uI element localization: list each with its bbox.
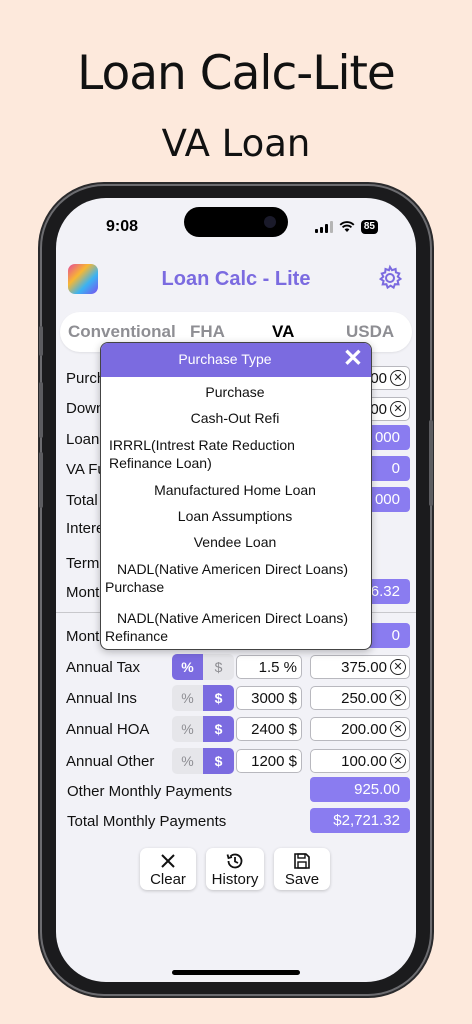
- clear-button-label: Clear: [150, 871, 186, 888]
- close-icon[interactable]: ✕: [343, 346, 363, 372]
- monthly-pi-label: Mont: [66, 584, 100, 601]
- total-monthly-payments-value: $2,721.32: [310, 808, 410, 833]
- volume-down-button: [39, 452, 43, 508]
- home-indicator[interactable]: [172, 970, 300, 975]
- annual-ins-percent-button[interactable]: %: [172, 685, 203, 711]
- annual-hoa-percent-button[interactable]: %: [172, 716, 203, 742]
- hero-subtitle: VA Loan: [161, 122, 311, 165]
- option-nadl-refinance[interactable]: NADL(Native Americen Direct Loans) Refin…: [105, 609, 367, 645]
- annual-other-label: Annual Other: [66, 753, 155, 770]
- clear-annual-hoa-icon[interactable]: ✕: [390, 721, 406, 737]
- tab-fha[interactable]: FHA: [190, 322, 225, 342]
- option-irrrl[interactable]: IRRRL(Intrest Rate Reduction Refinance L…: [107, 436, 349, 472]
- annual-tax-dollar-button[interactable]: $: [203, 654, 234, 680]
- history-button-label: History: [211, 871, 259, 888]
- annual-other-percent-button[interactable]: %: [172, 748, 203, 774]
- save-button[interactable]: Save: [274, 848, 330, 890]
- other-monthly-payments-value: 925.00: [310, 777, 410, 802]
- tab-va[interactable]: VA: [272, 322, 294, 342]
- option-cash-out-refi[interactable]: Cash-Out Refi: [101, 409, 369, 427]
- close-icon: [161, 854, 175, 868]
- clear-annual-tax-icon[interactable]: ✕: [390, 659, 406, 675]
- hero-title: Loan Calc-Lite: [77, 46, 396, 101]
- annual-other-mode-toggle: % $: [172, 748, 234, 774]
- history-icon: [226, 853, 243, 869]
- save-icon: [294, 853, 310, 869]
- tab-usda[interactable]: USDA: [346, 322, 394, 342]
- annual-hoa-label: Annual HOA: [66, 721, 150, 738]
- annual-ins-rate-input[interactable]: 3000 $: [236, 686, 302, 710]
- tab-conventional[interactable]: Conventional: [68, 322, 176, 342]
- annual-ins-label: Annual Ins: [66, 690, 137, 707]
- history-button[interactable]: History: [206, 848, 264, 890]
- annual-tax-mode-toggle: % $: [172, 654, 234, 680]
- total-monthly-payments-label: Total Monthly Payments: [67, 813, 227, 830]
- modal-header: Purchase Type ✕: [101, 343, 371, 377]
- status-icons: 85: [314, 220, 378, 234]
- save-button-label: Save: [284, 871, 320, 888]
- annual-tax-rate-input[interactable]: 1.5 %: [236, 655, 302, 679]
- battery-icon: 85: [360, 220, 378, 234]
- annual-tax-label: Annual Tax: [66, 659, 140, 676]
- down-payment-label: Down: [66, 400, 105, 417]
- power-button: [429, 420, 433, 506]
- dynamic-island: [184, 207, 288, 237]
- gear-icon[interactable]: [376, 264, 404, 292]
- interest-rate-label: Intere: [66, 520, 105, 537]
- action-button: [39, 326, 43, 356]
- annual-ins-dollar-button[interactable]: $: [203, 685, 234, 711]
- volume-up-button: [39, 382, 43, 438]
- app-header: Loan Calc - Lite: [56, 258, 416, 306]
- option-vendee-loan[interactable]: Vendee Loan: [101, 533, 369, 551]
- annual-hoa-rate-input[interactable]: 2400 $: [236, 717, 302, 741]
- clear-down-payment-icon[interactable]: ✕: [390, 401, 406, 417]
- phone-screen: 9:08 85 Loan Calc - Lite Conventional FH…: [56, 198, 416, 982]
- option-purchase[interactable]: Purchase: [101, 383, 369, 401]
- modal-title: Purchase Type: [178, 351, 272, 367]
- clear-button[interactable]: Clear: [140, 848, 196, 890]
- app-title: Loan Calc - Lite: [161, 268, 311, 290]
- clear-annual-ins-icon[interactable]: ✕: [390, 690, 406, 706]
- total-loan-label: Total: [66, 492, 98, 509]
- annual-ins-mode-toggle: % $: [172, 685, 234, 711]
- monthly-mi-label: Mont: [66, 628, 100, 645]
- status-time: 9:08: [106, 218, 139, 235]
- option-nadl-purchase[interactable]: NADL(Native Americen Direct Loans) Purch…: [105, 560, 367, 596]
- purchase-type-modal: Purchase Type ✕ Purchase Cash-Out Refi I…: [100, 342, 372, 650]
- clear-annual-other-icon[interactable]: ✕: [390, 753, 406, 769]
- clear-purchase-price-icon[interactable]: ✕: [390, 370, 406, 386]
- signal-icon: [314, 221, 333, 233]
- other-monthly-payments-label: Other Monthly Payments: [67, 783, 233, 800]
- annual-other-rate-input[interactable]: 1200 $: [236, 749, 302, 773]
- annual-hoa-mode-toggle: % $: [172, 716, 234, 742]
- option-manufactured-home-loan[interactable]: Manufactured Home Loan: [101, 481, 369, 499]
- annual-tax-percent-button[interactable]: %: [172, 654, 203, 680]
- loan-amount-label: Loan: [66, 431, 100, 448]
- term-label: Term: [66, 555, 100, 572]
- annual-other-dollar-button[interactable]: $: [203, 748, 234, 774]
- annual-hoa-dollar-button[interactable]: $: [203, 716, 234, 742]
- option-loan-assumptions[interactable]: Loan Assumptions: [101, 507, 369, 525]
- wifi-icon: [339, 221, 355, 232]
